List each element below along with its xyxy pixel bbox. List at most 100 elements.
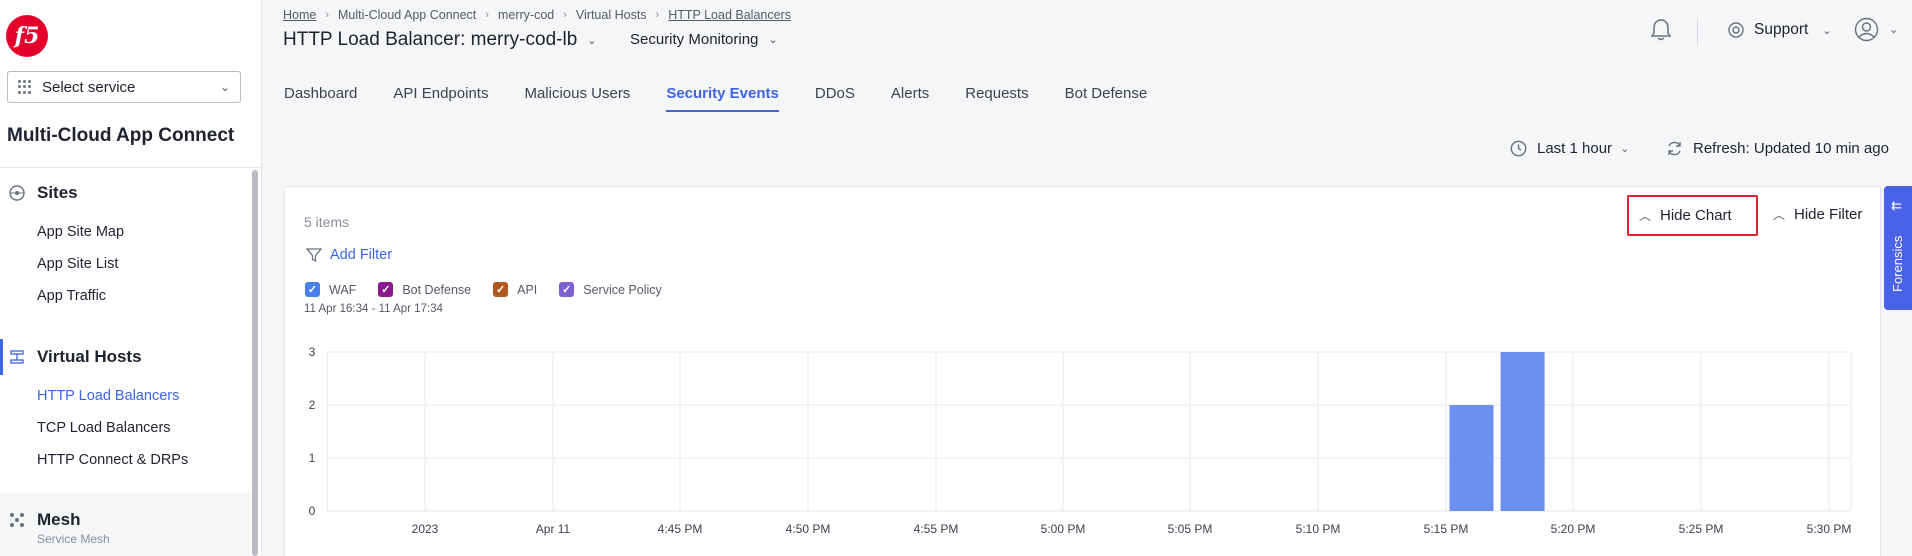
sidebar-item-app-site-list[interactable]: App Site List	[37, 256, 118, 272]
x-tick-label: 5:30 PM	[1807, 522, 1852, 536]
tab-api-endpoints[interactable]: API Endpoints	[393, 85, 488, 113]
security-events-chart: 0 1 2 3 2023 Apr 11 4:45 PM 4:50 PM 4:55 PM 5:00 …	[309, 345, 1852, 536]
checkbox-checked-icon[interactable]: ✓	[378, 282, 394, 297]
tab-ddos[interactable]: DDoS	[815, 85, 855, 113]
x-tick-label: 4:50 PM	[786, 522, 831, 536]
lifebuoy-icon	[1728, 22, 1744, 38]
sidebar: f5 Select service ⌄ Multi-Cloud App Conn…	[0, 0, 262, 556]
chevron-up-icon: ︿	[1773, 208, 1786, 222]
tab-malicious-users[interactable]: Malicious Users	[524, 85, 630, 113]
hide-filter-button[interactable]: ︿ Hide Filter	[1773, 206, 1862, 223]
page-title-text: HTTP Load Balancer: merry-cod-lb	[283, 29, 578, 50]
app-grid-icon	[18, 80, 32, 94]
chart-legend: ✓ WAF ✓ Bot Defense ✓ API ✓ Service Poli…	[305, 282, 684, 297]
sidebar-divider	[0, 167, 262, 168]
legend-waf[interactable]: ✓ WAF	[305, 282, 356, 297]
sidebar-section-sites[interactable]: Sites	[8, 183, 78, 203]
x-tick-label: 5:05 PM	[1168, 522, 1213, 536]
service-select[interactable]: Select service ⌄	[7, 71, 241, 103]
tab-dashboard[interactable]: Dashboard	[284, 85, 357, 113]
x-tick-label: Apr 11	[536, 522, 571, 536]
sidebar-section-label: Sites	[37, 183, 78, 202]
tab-alerts[interactable]: Alerts	[891, 85, 929, 113]
filter-icon	[306, 248, 322, 263]
tab-bot-defense[interactable]: Bot Defense	[1065, 85, 1148, 113]
checkbox-checked-icon[interactable]: ✓	[305, 282, 320, 297]
mesh-sublabel: Service Mesh	[37, 532, 110, 546]
hide-chart-label: Hide Chart	[1660, 207, 1732, 224]
page-title[interactable]: HTTP Load Balancer: merry-cod-lb ⌄	[283, 29, 596, 51]
chevron-down-icon: ⌄	[1889, 24, 1899, 36]
chevron-down-icon: ⌄	[587, 34, 597, 47]
legend-label: WAF	[329, 282, 357, 297]
x-tick-label: 5:20 PM	[1551, 522, 1596, 536]
chevron-down-icon: ⌄	[768, 34, 778, 46]
sidebar-section-mesh[interactable]: Mesh	[8, 510, 80, 530]
f5-logo[interactable]: f5	[6, 15, 48, 57]
breadcrumb-product[interactable]: Multi-Cloud App Connect	[338, 8, 476, 22]
sidebar-item-http-connect-drps[interactable]: HTTP Connect & DRPs	[37, 452, 188, 468]
checkbox-checked-icon[interactable]: ✓	[493, 282, 509, 297]
x-tick-label: 4:45 PM	[658, 522, 703, 536]
add-filter-label: Add Filter	[330, 247, 393, 263]
legend-service-policy[interactable]: ✓ Service Policy	[559, 282, 662, 297]
monitoring-mode-label: Security Monitoring	[630, 31, 759, 48]
breadcrumb-namespace[interactable]: merry-cod	[498, 8, 554, 22]
x-tick-label: 5:15 PM	[1424, 522, 1469, 536]
legend-bot-defense[interactable]: ✓ Bot Defense	[378, 282, 471, 297]
tab-security-events[interactable]: Security Events	[666, 85, 779, 113]
chevron-right-icon: ›	[325, 9, 330, 21]
chart-bar	[1500, 352, 1545, 511]
chevron-down-icon: ⌄	[1620, 143, 1630, 155]
load-balancer-icon	[8, 349, 25, 366]
chevron-down-icon: ⌄	[1822, 24, 1832, 37]
breadcrumb-virtual-hosts[interactable]: Virtual Hosts	[576, 8, 647, 22]
x-tick-label: 2023	[412, 522, 439, 536]
sidebar-item-app-traffic[interactable]: App Traffic	[37, 288, 106, 304]
items-count: 5 items	[304, 214, 350, 230]
sidebar-scrollbar[interactable]	[252, 170, 258, 556]
legend-api[interactable]: ✓ API	[493, 282, 537, 297]
active-section-indicator	[0, 339, 3, 375]
bell-icon[interactable]	[1650, 18, 1672, 42]
sidebar-item-app-site-map[interactable]: App Site Map	[37, 224, 124, 240]
time-range-select[interactable]: Last 1 hour ⌄	[1510, 140, 1629, 157]
x-tick-label: 5:10 PM	[1296, 522, 1341, 536]
breadcrumb-http-load-balancers[interactable]: HTTP Load Balancers	[668, 8, 791, 22]
forensics-panel-toggle[interactable]: ⇇ Forensics	[1884, 186, 1912, 310]
support-menu[interactable]: Support ⌄	[1728, 21, 1832, 39]
tab-bar: Dashboard API Endpoints Malicious Users …	[284, 85, 1183, 113]
hide-filter-label: Hide Filter	[1794, 206, 1863, 223]
y-tick-label: 0	[309, 504, 316, 518]
refresh-button[interactable]: Refresh: Updated 10 min ago	[1666, 140, 1889, 157]
add-filter-button[interactable]: Add Filter	[306, 247, 392, 263]
sidebar-section-virtual-hosts[interactable]: Virtual Hosts	[8, 347, 142, 367]
user-menu[interactable]: ⌄	[1854, 17, 1898, 42]
sidebar-section-label: Virtual Hosts	[37, 347, 142, 366]
user-avatar-icon	[1854, 17, 1879, 42]
hide-chart-button[interactable]: ︿ Hide Chart	[1627, 195, 1758, 236]
collapse-list-icon: ⇇	[1891, 198, 1902, 213]
chevron-right-icon: ›	[563, 9, 567, 21]
refresh-icon	[1668, 141, 1681, 156]
time-range-label: Last 1 hour	[1537, 140, 1613, 157]
chevron-right-icon: ›	[655, 9, 660, 21]
globe-icon	[8, 185, 25, 202]
breadcrumb: Home › Multi-Cloud App Connect › merry-c…	[283, 8, 791, 22]
forensics-label: Forensics	[1890, 235, 1905, 292]
y-tick-label: 2	[309, 398, 316, 412]
checkbox-checked-icon[interactable]: ✓	[559, 282, 575, 297]
chevron-down-icon: ⌄	[219, 80, 230, 94]
legend-label: API	[517, 282, 538, 297]
chart-date-range: 11 Apr 16:34 - 11 Apr 17:34	[304, 303, 443, 315]
legend-label: Service Policy	[583, 282, 662, 297]
chevron-right-icon: ›	[485, 9, 489, 21]
sidebar-item-http-load-balancers[interactable]: HTTP Load Balancers	[37, 388, 179, 404]
monitoring-mode-select[interactable]: Security Monitoring ⌄	[630, 31, 778, 48]
refresh-label: Refresh: Updated 10 min ago	[1693, 140, 1889, 157]
breadcrumb-home[interactable]: Home	[283, 8, 316, 22]
tab-requests[interactable]: Requests	[965, 85, 1028, 113]
legend-label: Bot Defense	[402, 282, 472, 297]
sidebar-item-tcp-load-balancers[interactable]: TCP Load Balancers	[37, 420, 171, 436]
service-select-label: Select service	[42, 78, 136, 96]
